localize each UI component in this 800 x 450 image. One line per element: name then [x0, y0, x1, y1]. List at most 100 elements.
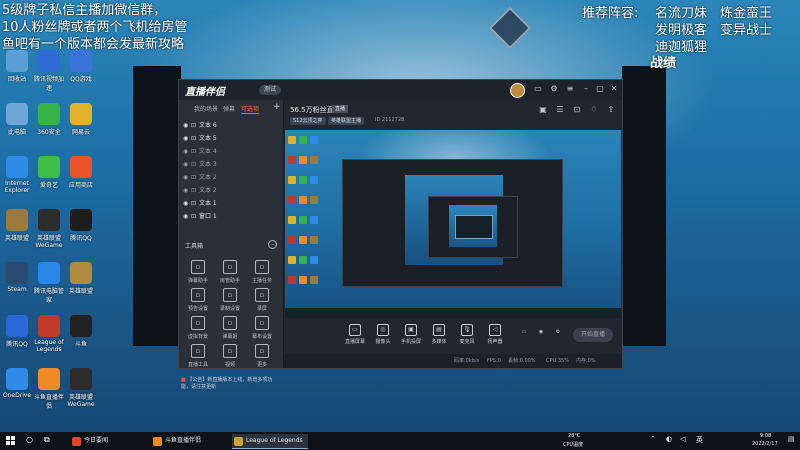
desktop-icon[interactable]: 英雄联盟: [0, 209, 34, 242]
search-icon[interactable]: ○: [26, 435, 33, 444]
eye-icon[interactable]: ◉: [183, 159, 191, 171]
bell-icon[interactable]: ♢: [589, 105, 599, 115]
lock-icon[interactable]: ⊡: [191, 198, 199, 210]
tool-item[interactable]: ▫ 录屏: [247, 288, 277, 312]
notification-icon[interactable]: ▤: [788, 435, 795, 443]
lock-icon[interactable]: ⊡: [191, 146, 199, 158]
source-row[interactable]: ◉ ⊡ 文本 6: [183, 120, 275, 132]
source-row[interactable]: ◉ ⊡ 文本 5: [183, 133, 275, 145]
desktop-icon[interactable]: 腾讯视频加速: [32, 50, 66, 92]
desktop-icon[interactable]: 回收站: [0, 50, 34, 83]
lock-icon[interactable]: ⊡: [572, 105, 582, 115]
tab-options[interactable]: 可选项: [241, 104, 260, 114]
tool-item[interactable]: ▫ 弹幕姬: [215, 316, 245, 340]
share-icon[interactable]: ⇪: [606, 105, 616, 115]
eye-icon[interactable]: ◉: [183, 120, 191, 132]
desktop-icon[interactable]: 英雄联盟: [64, 262, 98, 295]
network-icon[interactable]: ◐: [666, 435, 672, 443]
menu-icon[interactable]: ≡: [565, 84, 575, 94]
record-toggle-icon[interactable]: ◉: [536, 329, 546, 335]
source-row[interactable]: ◉ ⊡ 文本 3: [183, 159, 275, 171]
ime-icon[interactable]: 英: [696, 435, 703, 445]
desktop-icon[interactable]: Steam: [0, 262, 34, 293]
category-chip[interactable]: 英雄联盟主播: [328, 117, 365, 125]
desktop-icon[interactable]: 360安全: [32, 103, 66, 136]
windows-start-icon[interactable]: [6, 436, 16, 446]
eye-icon[interactable]: ◉: [183, 198, 191, 210]
avatar[interactable]: [510, 83, 525, 98]
tool-item[interactable]: ▫ 预告设置: [183, 288, 213, 312]
camera-toggle-icon[interactable]: ▭: [519, 329, 529, 335]
tab-scenes[interactable]: 我的场景: [194, 104, 218, 113]
lock-icon[interactable]: ⊡: [191, 185, 199, 197]
lock-icon[interactable]: ⊡: [191, 172, 199, 184]
message-icon[interactable]: ▭: [533, 84, 543, 94]
add-source-icon[interactable]: +: [273, 102, 281, 112]
desktop-icon[interactable]: 腾讯电脑管家: [32, 262, 66, 304]
minimize-icon[interactable]: –: [581, 84, 591, 94]
eye-icon[interactable]: ◉: [183, 133, 191, 145]
desktop-icon[interactable]: League of Legends: [32, 315, 66, 353]
taskbar-app[interactable]: 斗鱼直播伴侣: [151, 434, 220, 448]
desktop-icon[interactable]: OneDrive: [0, 368, 34, 399]
lock-icon[interactable]: ⊡: [191, 133, 199, 145]
gift-icon[interactable]: ▣: [538, 105, 548, 115]
desktop-icon[interactable]: 腾讯QQ: [64, 209, 98, 242]
lock-icon[interactable]: ⊡: [191, 120, 199, 132]
desktop-icon[interactable]: 英雄联盟WeGame: [32, 209, 66, 249]
tool-item[interactable]: ▫ 弹幕助手: [183, 260, 213, 284]
settings-icon[interactable]: ⚙: [549, 84, 559, 94]
tool-item[interactable]: ▫ 视频: [215, 344, 245, 368]
control-button[interactable]: ▭ 直播屏幕: [341, 324, 369, 345]
category-chip[interactable]: S12云顶之弈: [290, 117, 326, 125]
tab-danmaku[interactable]: 弹幕: [223, 104, 235, 113]
desktop-icon[interactable]: QQ游戏: [64, 50, 98, 83]
clock-time[interactable]: 9:08: [760, 433, 771, 439]
desktop-icon[interactable]: Internet Explorer: [0, 156, 34, 194]
tool-item[interactable]: ▫ 虚拟背景: [183, 316, 213, 340]
desktop-icon[interactable]: 应用商店: [64, 156, 98, 189]
taskbar-app[interactable]: League of Legends: [232, 434, 308, 449]
control-button[interactable]: ▣ 手机投屏: [397, 324, 425, 345]
tool-item[interactable]: ▫ 更多: [247, 344, 277, 368]
tool-item[interactable]: ▫ 幕布设置: [247, 316, 277, 340]
tool-item[interactable]: ▫ 录制设置: [215, 288, 245, 312]
lock-icon[interactable]: ⊡: [191, 159, 199, 171]
desktop-icon[interactable]: 斗鱼: [64, 315, 98, 348]
desktop-icon[interactable]: 爱奇艺: [32, 156, 66, 189]
go-live-button[interactable]: 开始直播: [573, 328, 613, 342]
tray-up-icon[interactable]: ⌃: [650, 435, 656, 443]
volume-icon[interactable]: ◁: [680, 435, 685, 443]
desktop-icon[interactable]: 此电脑: [0, 103, 34, 136]
eye-icon[interactable]: ◉: [183, 185, 191, 197]
desktop-icon[interactable]: 斗鱼直播伴侣: [32, 368, 66, 410]
eye-icon[interactable]: ◉: [183, 146, 191, 158]
eye-icon[interactable]: ◉: [183, 211, 191, 223]
control-button[interactable]: ◁ 扬声器: [481, 324, 509, 345]
desktop-icon[interactable]: 腾讯QQ: [0, 315, 34, 348]
tool-item[interactable]: ▫ 直播工具: [183, 344, 213, 368]
tool-item[interactable]: ▫ 房管助手: [215, 260, 245, 284]
rank-icon[interactable]: ☰: [555, 105, 565, 115]
control-button[interactable]: ◎ 摄像头: [369, 324, 397, 345]
control-button[interactable]: 🎙 麦克风: [453, 324, 481, 345]
taskbar-app[interactable]: 今日要闻: [70, 434, 139, 448]
collapse-icon[interactable]: –: [268, 240, 277, 249]
source-row[interactable]: ◉ ⊡ 文本 1: [183, 198, 275, 210]
eye-icon[interactable]: ◉: [183, 172, 191, 184]
control-button[interactable]: ▤ 多媒体: [425, 324, 453, 345]
source-row[interactable]: ◉ ⊡ 文本 2: [183, 185, 275, 197]
source-row[interactable]: ◉ ⊡ 文本 4: [183, 146, 275, 158]
maximize-icon[interactable]: ▢: [595, 84, 605, 94]
tool-item[interactable]: ▫ 主播任务: [247, 260, 277, 284]
clock-date[interactable]: 2022/2/17: [752, 441, 778, 447]
source-row[interactable]: ◉ ⊡ 文本 2: [183, 172, 275, 184]
lock-icon[interactable]: ⊡: [191, 211, 199, 223]
desktop-icon[interactable]: 英雄联盟WeGame: [64, 368, 98, 408]
source-row[interactable]: ◉ ⊡ 窗口 1: [183, 211, 275, 223]
stream-preview[interactable]: [285, 130, 621, 318]
settings-icon[interactable]: ⚙: [553, 329, 563, 335]
task-view-icon[interactable]: ⧉: [44, 435, 50, 445]
close-icon[interactable]: ✕: [609, 84, 619, 94]
desktop-icon[interactable]: 网易云: [64, 103, 98, 136]
